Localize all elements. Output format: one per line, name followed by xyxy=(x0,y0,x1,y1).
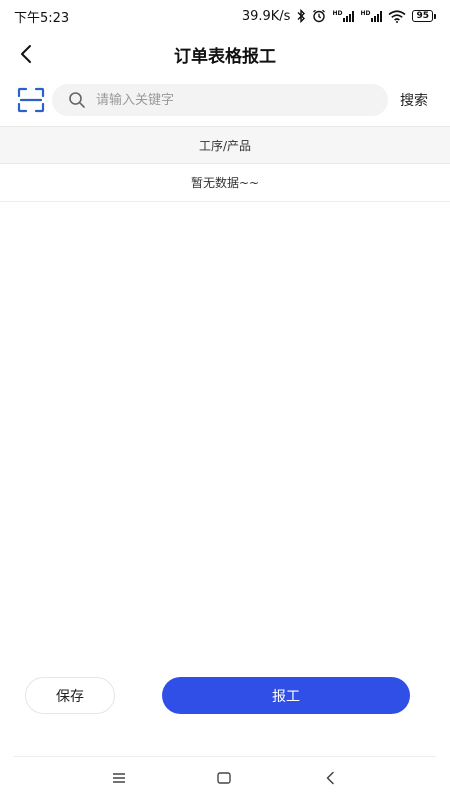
report-button[interactable]: 报工 xyxy=(162,677,410,714)
scan-button[interactable] xyxy=(17,87,45,113)
signal-bars-1-icon xyxy=(343,10,355,22)
battery-icon: 95 xyxy=(412,10,436,22)
hd-badge-2: HD xyxy=(360,9,371,17)
save-button-label: 保存 xyxy=(56,688,84,705)
bluetooth-icon xyxy=(297,9,306,23)
status-bar: 下午5:23 39.9K/s HD HD 95 xyxy=(0,0,450,32)
back-button[interactable] xyxy=(14,42,38,66)
home-icon xyxy=(217,772,231,784)
search-icon xyxy=(68,91,86,109)
wifi-icon xyxy=(388,9,406,23)
page-title: 订单表格报工 xyxy=(174,46,276,67)
battery-level: 95 xyxy=(412,10,433,22)
signal-bars-2-icon xyxy=(371,10,383,22)
empty-state: 暂无数据~~ xyxy=(0,163,450,202)
system-nav-bar xyxy=(0,764,450,792)
column-header-process-product: 工序/产品 xyxy=(198,138,252,153)
status-icons: 39.9K/s HD HD 95 xyxy=(242,9,436,24)
search-box[interactable] xyxy=(52,84,388,116)
table-header: 工序/产品 xyxy=(0,126,450,164)
back-arrow-icon xyxy=(21,45,31,63)
save-button[interactable]: 保存 xyxy=(25,677,115,714)
status-time: 下午5:23 xyxy=(14,10,70,26)
menu-icon xyxy=(113,773,125,783)
network-speed: 39.9K/s xyxy=(241,8,291,24)
signal-1: HD xyxy=(332,9,355,22)
empty-state-text: 暂无数据~~ xyxy=(190,175,260,190)
signal-2: HD xyxy=(360,9,383,22)
menu-button[interactable] xyxy=(109,768,129,788)
home-button[interactable] xyxy=(214,768,234,788)
scan-icon xyxy=(17,87,45,113)
search-row: 搜索 xyxy=(0,82,450,118)
hd-badge-1: HD xyxy=(332,9,343,17)
system-back-button[interactable] xyxy=(320,768,340,788)
nav-bar: 订单表格报工 xyxy=(0,32,450,76)
report-button-label: 报工 xyxy=(272,688,300,705)
search-input[interactable] xyxy=(94,91,368,109)
bottom-divider xyxy=(14,756,436,757)
alarm-icon xyxy=(313,9,326,23)
search-button[interactable]: 搜索 xyxy=(400,90,428,110)
system-back-icon xyxy=(326,771,334,785)
